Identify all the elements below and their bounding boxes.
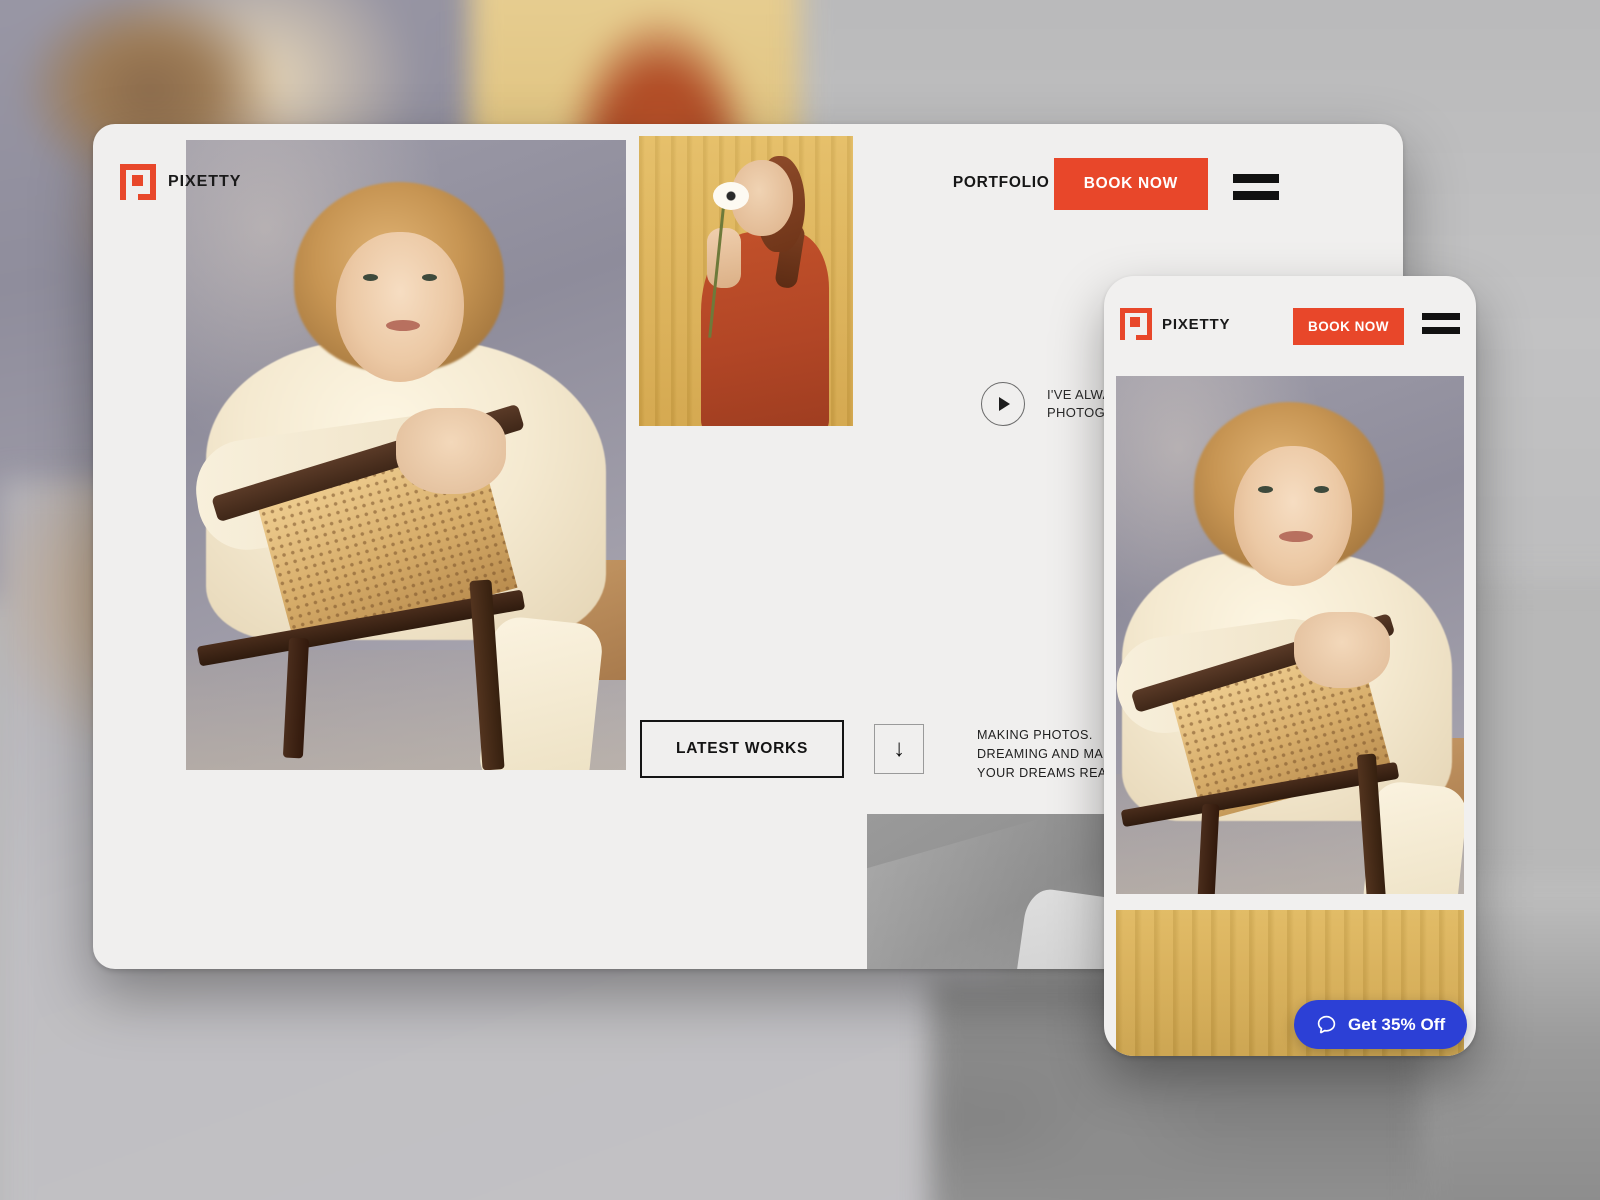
latest-works-button[interactable]: LATEST WORKS xyxy=(640,720,845,778)
mobile-brand-name: PIXETTY xyxy=(1162,315,1231,333)
nav-item-portfolio-label: PORTFOLIO xyxy=(952,174,1050,191)
pixetty-p-square-icon xyxy=(1120,308,1152,341)
pixetty-p-square-icon xyxy=(120,164,156,201)
chat-widget-label: Get 35% Off xyxy=(1348,1014,1446,1034)
mobile-hero-photo xyxy=(1116,376,1464,894)
mobile-mockup: PIXETTY BOOK NOW Get 35% Off xyxy=(1104,276,1476,1056)
book-now-button[interactable]: BOOK NOW xyxy=(1053,158,1208,210)
chat-bubble-icon xyxy=(1317,1015,1336,1034)
brand-logo[interactable]: PIXETTY xyxy=(120,164,242,201)
mobile-hamburger-menu-icon[interactable] xyxy=(1422,313,1460,334)
hero-photo-main xyxy=(186,140,626,770)
hero-photo-secondary xyxy=(639,136,853,426)
nav-item-portfolio[interactable]: PORTFOLIO ▾ xyxy=(953,174,1061,192)
tagline: MAKING PHOTOS. DREAMING AND MAKI YOUR DR… xyxy=(977,726,1118,783)
chat-widget-button[interactable]: Get 35% Off xyxy=(1294,1000,1468,1049)
tagline-line-3: YOUR DREAMS REAL. xyxy=(977,766,1119,781)
tagline-line-2: DREAMING AND MAKI xyxy=(977,747,1117,762)
brand-name: PIXETTY xyxy=(168,173,242,190)
hamburger-menu-icon[interactable] xyxy=(1233,174,1279,200)
mobile-brand-logo[interactable]: PIXETTY xyxy=(1120,308,1231,341)
mobile-book-now-button[interactable]: BOOK NOW xyxy=(1292,308,1404,345)
play-icon[interactable] xyxy=(981,382,1025,426)
cta-row: LATEST WORKS ↓ xyxy=(640,720,925,778)
arrow-down-icon[interactable]: ↓ xyxy=(874,724,925,774)
tagline-line-1: MAKING PHOTOS. xyxy=(977,728,1093,742)
